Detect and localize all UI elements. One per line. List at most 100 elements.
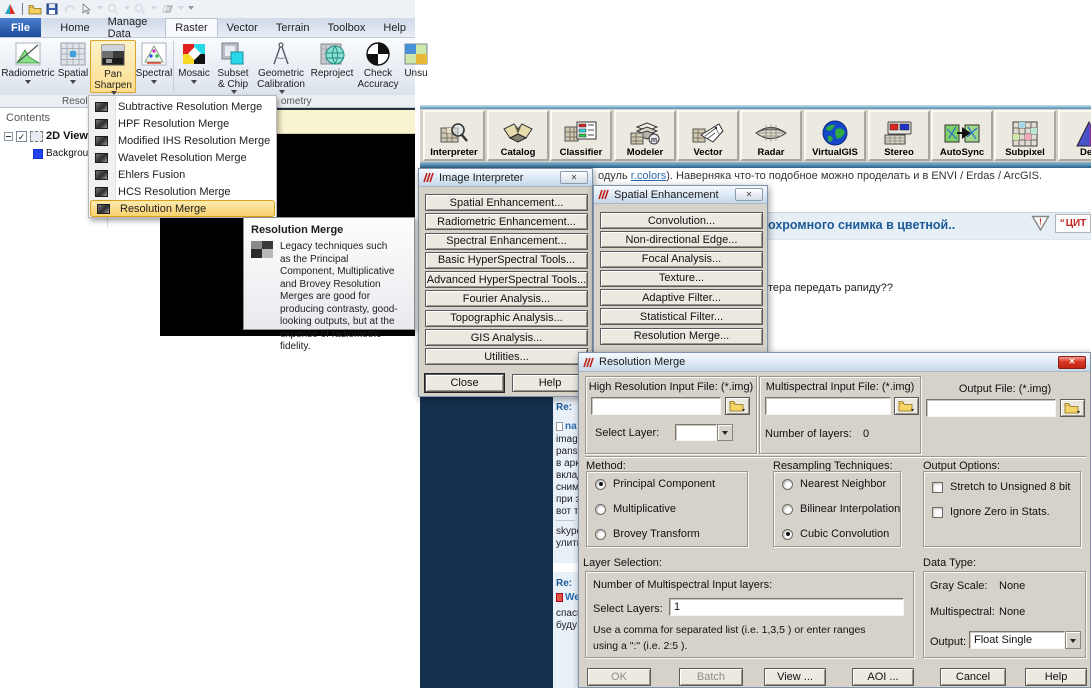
spectral-enhancement-button[interactable]: Spectral Enhancement... <box>425 233 588 250</box>
menu-item-wavelet-resolution-merge[interactable]: Wavelet Resolution Merge <box>89 149 276 166</box>
high-res-input-field[interactable] <box>591 397 721 415</box>
tab-help[interactable]: Help <box>374 18 415 37</box>
ribbon-button-radiometric[interactable]: Radiometric <box>0 40 56 93</box>
output-type-combo[interactable]: Float Single <box>969 631 1081 649</box>
toolbar-button-interpreter[interactable]: Interpreter <box>423 110 485 161</box>
post-subject[interactable]: Re: <box>556 402 572 413</box>
undo-icon[interactable] <box>62 3 76 16</box>
help-button[interactable]: Help <box>1025 668 1087 686</box>
pointer-tool-icon[interactable] <box>79 3 93 16</box>
ribbon-button-unsupervised[interactable]: Unsu <box>401 40 431 93</box>
title-bar[interactable] <box>0 0 415 18</box>
tree-item-2d-view[interactable]: ✓ 2D View <box>4 130 88 142</box>
zoom-out-tool-icon[interactable] <box>133 3 147 16</box>
save-icon[interactable] <box>45 3 59 16</box>
radio-brovey-transform[interactable]: Brovey Transform <box>595 528 700 540</box>
cancel-button[interactable]: Cancel <box>940 668 1006 686</box>
combo-arrow-icon[interactable] <box>1065 631 1081 649</box>
ribbon-button-pan-sharpen[interactable]: Pan Sharpen <box>90 40 136 93</box>
layer-checkbox-checked[interactable]: ✓ <box>16 131 27 142</box>
close-icon[interactable]: ✕ <box>1058 356 1086 369</box>
close-button[interactable]: Close <box>425 374 504 392</box>
toolbar-button-delta[interactable]: Delt <box>1058 110 1091 161</box>
spatial-enhancement-title-bar[interactable]: Spatial Enhancement ✕ <box>594 186 767 204</box>
ribbon-button-check-accuracy[interactable]: Check Accuracy <box>355 40 401 93</box>
radio-cubic-convolution[interactable]: Cubic Convolution <box>782 528 889 540</box>
tab-toolbox[interactable]: Toolbox <box>318 18 374 37</box>
ribbon-button-geometric-calibration[interactable]: Geometric Calibration <box>253 40 309 93</box>
toolbar-button-classifier[interactable]: Classifier <box>550 110 612 161</box>
open-folder-icon[interactable] <box>28 3 42 16</box>
zoom-in-dropdown-icon[interactable] <box>124 6 130 13</box>
radio-multiplicative[interactable]: Multiplicative <box>595 503 676 515</box>
tab-file[interactable]: File <box>0 18 41 37</box>
resolution-merge-title-bar[interactable]: Resolution Merge ✕ <box>579 353 1090 372</box>
pointer-dropdown-icon[interactable] <box>97 6 103 13</box>
resolution-merge-button[interactable]: Resolution Merge... <box>600 328 763 345</box>
utilities-button[interactable]: Utilities... <box>425 348 588 365</box>
eraser-dropdown-icon[interactable] <box>178 6 184 13</box>
checkbox-ignore-zero[interactable]: Ignore Zero in Stats. <box>932 506 1050 518</box>
toolbar-button-modeler[interactable]: m Modeler <box>614 110 676 161</box>
tab-home[interactable]: Home <box>51 18 98 37</box>
convolution-button[interactable]: Convolution... <box>600 212 763 229</box>
texture-button[interactable]: Texture... <box>600 270 763 287</box>
ok-button[interactable]: OK <box>587 668 651 686</box>
radio-principal-component[interactable]: Principal Component <box>595 478 715 490</box>
post-author[interactable]: We <box>556 592 578 603</box>
post-subject[interactable]: Re: <box>556 578 572 589</box>
menu-item-subtractive-resolution-merge[interactable]: Subtractive Resolution Merge <box>89 98 276 115</box>
multispectral-browse-button[interactable] <box>894 397 919 415</box>
menu-item-resolution-merge[interactable]: Resolution Merge <box>90 200 275 217</box>
toolbar-button-catalog[interactable]: Catalog <box>487 110 549 161</box>
topographic-analysis-button[interactable]: Topographic Analysis... <box>425 310 588 327</box>
output-file-field[interactable] <box>926 399 1056 417</box>
tab-manage-data[interactable]: Manage Data <box>99 18 166 37</box>
toolbar-button-subpixel[interactable]: Subpixel <box>994 110 1056 161</box>
ribbon-button-mosaic[interactable]: Mosaic <box>175 40 213 93</box>
tab-terrain[interactable]: Terrain <box>267 18 319 37</box>
menu-item-hcs-resolution-merge[interactable]: HCS Resolution Merge <box>89 183 276 200</box>
non-directional-edge-button[interactable]: Non-directional Edge... <box>600 231 763 248</box>
view-button[interactable]: View ... <box>764 668 826 686</box>
quote-button[interactable]: “ЦИТ <box>1055 214 1091 233</box>
radiometric-enhancement-button[interactable]: Radiometric Enhancement... <box>425 213 588 230</box>
focal-analysis-button[interactable]: Focal Analysis... <box>600 251 763 268</box>
help-button[interactable]: Help <box>512 374 588 392</box>
zoom-out-dropdown-icon[interactable] <box>151 6 157 13</box>
toolbar-button-radar[interactable]: Radar <box>740 110 802 161</box>
advanced-hyperspectral-tools-button[interactable]: Advanced HyperSpectral Tools... <box>425 271 588 288</box>
spatial-enhancement-button[interactable]: Spatial Enhancement... <box>425 194 588 211</box>
tree-item-background[interactable]: Backgroun <box>33 148 94 159</box>
high-res-browse-button[interactable] <box>725 397 750 415</box>
forum-topic-title[interactable]: охромного снимка в цветной.. <box>768 218 955 232</box>
close-icon[interactable]: ✕ <box>735 188 763 201</box>
statistical-filter-button[interactable]: Statistical Filter... <box>600 308 763 325</box>
toolbar-button-autosync[interactable]: AutoSync <box>931 110 993 161</box>
checkbox-stretch-8bit[interactable]: Stretch to Unsigned 8 bit <box>932 481 1070 493</box>
gis-analysis-button[interactable]: GIS Analysis... <box>425 329 588 346</box>
menu-item-modified-ihs-resolution-merge[interactable]: Modified IHS Resolution Merge <box>89 132 276 149</box>
output-browse-button[interactable] <box>1060 399 1085 417</box>
adaptive-filter-button[interactable]: Adaptive Filter... <box>600 289 763 306</box>
select-layers-input[interactable]: 1 <box>669 598 904 616</box>
batch-button[interactable]: Batch <box>679 668 743 686</box>
tab-vector[interactable]: Vector <box>218 18 267 37</box>
image-interpreter-title-bar[interactable]: Image Interpreter ✕ <box>419 169 592 187</box>
post-author[interactable]: na <box>556 421 577 432</box>
ribbon-button-spectral[interactable]: Spectral <box>136 40 172 93</box>
toolbar-button-vector[interactable]: Vector <box>677 110 739 161</box>
forum-rcolors-link[interactable]: r.colors <box>631 170 666 182</box>
tree-collapse-icon[interactable] <box>4 132 13 141</box>
menu-item-hpf-resolution-merge[interactable]: HPF Resolution Merge <box>89 115 276 132</box>
quick-access-more-icon[interactable] <box>188 6 194 13</box>
tab-raster[interactable]: Raster <box>165 18 217 37</box>
menu-item-ehlers-fusion[interactable]: Ehlers Fusion <box>89 166 276 183</box>
eraser-tool-icon[interactable] <box>160 3 174 16</box>
toolbar-button-stereo[interactable]: Stereo <box>868 110 930 161</box>
ribbon-button-subset-chip[interactable]: Subset & Chip <box>213 40 253 93</box>
select-layer-combo[interactable] <box>675 424 733 441</box>
ribbon-button-reproject[interactable]: Reproject <box>309 40 355 93</box>
radio-nearest-neighbor[interactable]: Nearest Neighbor <box>782 478 886 490</box>
report-warning-icon[interactable]: ! <box>1031 215 1050 232</box>
